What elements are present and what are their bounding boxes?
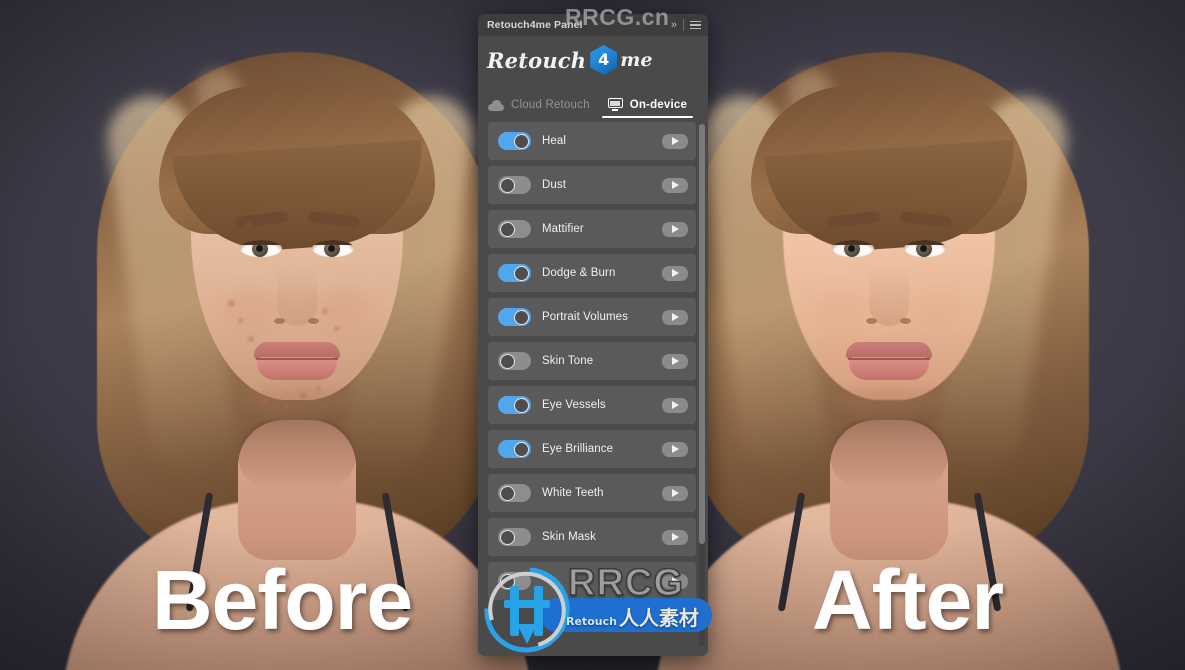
effect-row[interactable]: Eye Brilliance: [488, 430, 696, 468]
effect-toggle[interactable]: [498, 132, 531, 150]
toggle-knob: [514, 309, 529, 325]
effect-row[interactable]: Skin Mask: [488, 518, 696, 556]
effect-row[interactable]: Heal: [488, 122, 696, 160]
play-icon: [672, 577, 679, 585]
logo-word-right: me: [620, 49, 653, 71]
effect-label: Heal: [542, 135, 567, 147]
effect-label: Skin Tone: [542, 355, 594, 367]
effect-label: White Teeth: [542, 487, 604, 499]
effect-label: Portrait Volumes: [542, 311, 628, 323]
effect-play-button[interactable]: [662, 221, 688, 237]
play-icon: [672, 269, 679, 277]
effect-play-button[interactable]: [662, 529, 688, 545]
effect-row[interactable]: Dodge & Burn: [488, 254, 696, 292]
effect-row[interactable]: Eye Vessels: [488, 386, 696, 424]
effect-label: Eye Brilliance: [542, 443, 614, 455]
play-icon: [672, 401, 679, 409]
effect-toggle[interactable]: [498, 528, 531, 546]
before-label: Before: [152, 553, 413, 647]
effect-play-button[interactable]: [662, 573, 688, 589]
toggle-knob: [500, 221, 515, 237]
play-icon: [672, 445, 679, 453]
effect-label: Mattifier: [542, 223, 584, 235]
panel-scrollbar-thumb[interactable]: [699, 124, 705, 544]
toggle-knob: [500, 573, 515, 589]
panel-titlebar[interactable]: Retouch4me Panel »: [478, 14, 708, 36]
tab-on-device-label: On-device: [629, 98, 688, 111]
effect-label: Dust: [542, 179, 567, 191]
tab-on-device[interactable]: On-device: [601, 98, 694, 118]
retouch4me-logo: Retouch 4 me: [478, 36, 708, 84]
effect-label: Eye Vessels: [542, 399, 606, 411]
retouch4me-panel: Retouch4me Panel » Retouch 4 me Cloud Re…: [478, 14, 708, 656]
panel-tabs: Cloud Retouch On-device: [478, 84, 708, 118]
effect-play-button[interactable]: [662, 397, 688, 413]
play-icon: [672, 137, 679, 145]
effect-toggle[interactable]: [498, 176, 531, 194]
effect-play-button[interactable]: [662, 265, 688, 281]
effect-play-button[interactable]: [662, 133, 688, 149]
tab-cloud-retouch[interactable]: Cloud Retouch: [488, 99, 590, 118]
effect-row[interactable]: [488, 562, 696, 600]
effect-toggle[interactable]: [498, 220, 531, 238]
effect-toggle[interactable]: [498, 440, 531, 458]
play-icon: [672, 533, 679, 541]
effect-row[interactable]: Skin Tone: [488, 342, 696, 380]
logo-word-left: Retouch: [487, 47, 587, 73]
toggle-knob: [514, 441, 529, 457]
hamburger-menu-icon[interactable]: [690, 20, 701, 30]
effect-row[interactable]: Dust: [488, 166, 696, 204]
play-icon: [672, 181, 679, 189]
effect-toggle[interactable]: [498, 352, 531, 370]
effect-toggle[interactable]: [498, 264, 531, 282]
effect-play-button[interactable]: [662, 353, 688, 369]
chevron-double-right-icon[interactable]: »: [671, 19, 677, 31]
play-icon: [672, 489, 679, 497]
toggle-knob: [500, 485, 515, 501]
effect-list: Heal Dust Mattifier Dodge & Burn Portrait Vo…: [478, 122, 708, 656]
panel-title: Retouch4me Panel: [487, 19, 583, 31]
effect-play-button[interactable]: [662, 177, 688, 193]
play-icon: [672, 225, 679, 233]
toggle-knob: [514, 265, 529, 281]
cloud-icon: [488, 99, 504, 111]
logo-badge-glyph: 4: [598, 49, 610, 69]
panel-titlebar-controls: »: [671, 19, 701, 31]
effect-label: Dodge & Burn: [542, 267, 616, 279]
effect-play-button[interactable]: [662, 309, 688, 325]
effect-toggle[interactable]: [498, 396, 531, 414]
toggle-knob: [500, 177, 515, 193]
effect-row[interactable]: Portrait Volumes: [488, 298, 696, 336]
logo-hexagon-icon: 4: [590, 45, 618, 75]
play-icon: [672, 313, 679, 321]
toggle-knob: [514, 133, 529, 149]
effect-row[interactable]: Mattifier: [488, 210, 696, 248]
effect-label: Skin Mask: [542, 531, 596, 543]
toggle-knob: [514, 397, 529, 413]
comparison-stage: Before After Retouch4me Panel » Retouch …: [0, 0, 1185, 670]
effect-play-button[interactable]: [662, 485, 688, 501]
effect-play-button[interactable]: [662, 441, 688, 457]
toggle-knob: [500, 529, 515, 545]
effect-row[interactable]: White Teeth: [488, 474, 696, 512]
toggle-knob: [500, 353, 515, 369]
panel-body: Retouch 4 me Cloud Retouch On-device Hea…: [478, 36, 708, 656]
effect-toggle[interactable]: [498, 572, 531, 590]
after-label: After: [812, 553, 1004, 647]
effect-toggle[interactable]: [498, 484, 531, 502]
panel-scrollbar-track[interactable]: [699, 124, 705, 646]
play-icon: [672, 357, 679, 365]
monitor-icon: [607, 98, 623, 111]
titlebar-divider: [683, 19, 684, 31]
effect-toggle[interactable]: [498, 308, 531, 326]
tab-cloud-retouch-label: Cloud Retouch: [511, 99, 590, 111]
